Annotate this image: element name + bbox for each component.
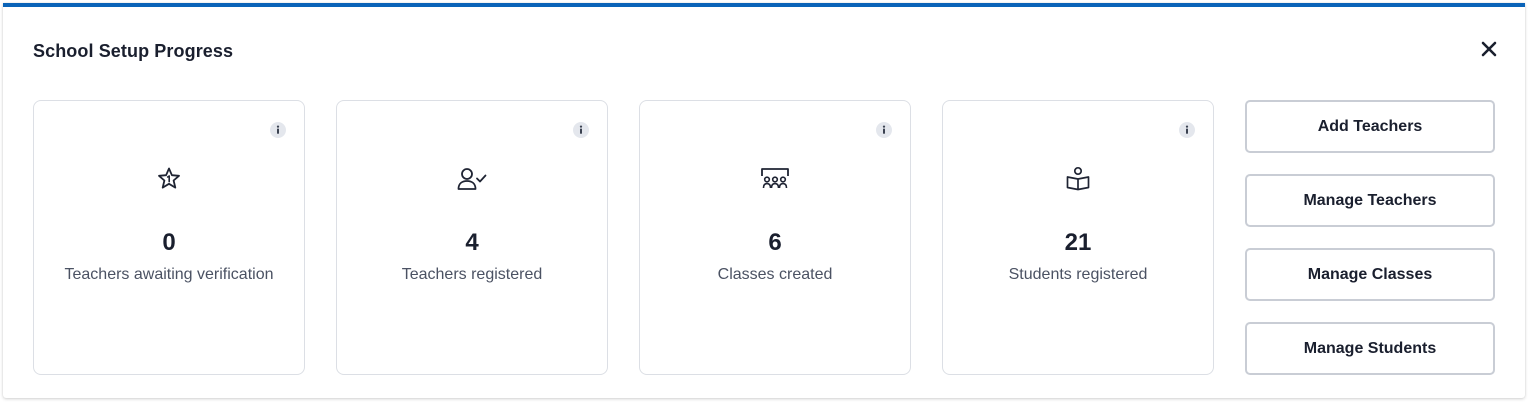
stat-value: 21	[1064, 229, 1092, 256]
stat-card-classes-created: 6 Classes created	[639, 100, 911, 375]
stat-card-teachers-registered: 4 Teachers registered	[336, 100, 608, 375]
stat-card-students-registered: 21 Students registered	[942, 100, 1214, 375]
stat-value: 6	[768, 229, 782, 256]
school-setup-progress-panel: School Setup Progress 0 Teachers awaitin…	[3, 3, 1525, 398]
star-icon	[158, 167, 180, 189]
panel-title: School Setup Progress	[33, 41, 234, 61]
close-icon	[1481, 41, 1497, 57]
info-icon[interactable]	[876, 122, 892, 138]
student-reading-icon	[1066, 166, 1090, 191]
stat-label: Classes created	[717, 266, 833, 283]
manage-teachers-button[interactable]: Manage Teachers	[1245, 174, 1495, 227]
manage-students-button[interactable]: Manage Students	[1245, 322, 1495, 375]
info-icon[interactable]	[573, 122, 589, 138]
stat-value: 4	[465, 229, 479, 256]
stat-label: Teachers awaiting verification	[64, 266, 274, 283]
info-icon[interactable]	[1179, 122, 1195, 138]
classroom-icon	[761, 168, 789, 189]
stat-card-teachers-awaiting: 0 Teachers awaiting verification	[33, 100, 305, 375]
stat-label: Teachers registered	[401, 266, 543, 283]
stat-value: 0	[162, 229, 176, 256]
info-icon[interactable]	[270, 122, 286, 138]
close-button[interactable]	[1477, 37, 1501, 61]
stat-label: Students registered	[1008, 266, 1148, 283]
add-teachers-button[interactable]: Add Teachers	[1245, 100, 1495, 153]
user-check-icon	[457, 168, 487, 190]
manage-classes-button[interactable]: Manage Classes	[1245, 248, 1495, 301]
